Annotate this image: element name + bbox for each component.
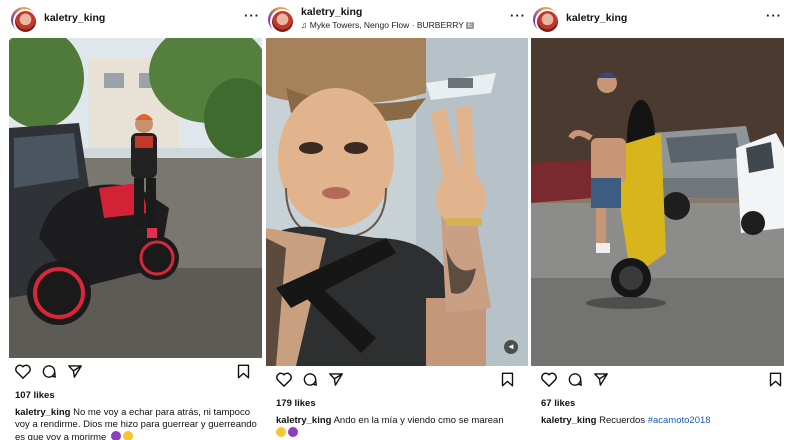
heart-icon[interactable] — [541, 372, 557, 387]
share-icon[interactable] — [67, 364, 83, 379]
more-icon[interactable]: ··· — [510, 8, 526, 23]
post-3: kaletry_king ··· 67 likes kaletry_king R… — [531, 0, 784, 427]
pensive-face-emoji — [276, 427, 286, 437]
likes-count[interactable]: 107 likes — [9, 390, 262, 401]
avatar[interactable] — [533, 7, 560, 34]
bookmark-icon[interactable] — [501, 372, 514, 387]
share-icon[interactable] — [593, 372, 609, 387]
likes-count[interactable]: 67 likes — [531, 398, 784, 409]
comment-icon[interactable] — [567, 372, 583, 387]
post-1: kaletry_king ··· 107 likes kaletry_king … — [9, 0, 262, 440]
caption-text: Ando en la mía y viendo cmo se marean — [333, 415, 504, 426]
song-title: Myke Towers, Nengo Flow · BURBERRY — [309, 20, 464, 30]
more-icon[interactable]: ··· — [244, 8, 260, 23]
post-header: kaletry_king ··· — [531, 0, 784, 38]
caption-username[interactable]: kaletry_king — [276, 415, 331, 426]
caption: kaletry_king No me voy a echar para atrá… — [9, 407, 262, 440]
mute-icon[interactable]: ◄ — [504, 340, 518, 354]
hashtag-link[interactable]: #acamoto2018 — [648, 415, 711, 426]
post-header: kaletry_king ♫ Myke Towers, Nengo Flow ·… — [266, 0, 528, 38]
post-2: kaletry_king ♫ Myke Towers, Nengo Flow ·… — [266, 0, 528, 440]
post-photo[interactable] — [9, 38, 262, 358]
username[interactable]: kaletry_king — [566, 12, 627, 24]
pensive-face-emoji — [122, 431, 133, 440]
bookmark-icon[interactable] — [237, 364, 250, 379]
comment-icon[interactable] — [302, 372, 318, 387]
post-photo[interactable] — [531, 38, 784, 366]
post-header: kaletry_king ··· — [9, 0, 262, 38]
post-actions — [9, 358, 262, 388]
avatar[interactable] — [11, 7, 38, 34]
caption-username[interactable]: kaletry_king — [541, 415, 596, 426]
song-link[interactable]: ♫ Myke Towers, Nengo Flow · BURBERRY E — [301, 20, 475, 30]
avatar[interactable] — [268, 7, 295, 34]
username[interactable]: kaletry_king — [44, 12, 105, 24]
caption-username[interactable]: kaletry_king — [15, 407, 70, 418]
comment-icon[interactable] — [41, 364, 57, 379]
post-photo[interactable]: ◄ — [266, 38, 528, 366]
caption-text: Recuerdos — [599, 415, 646, 426]
bookmark-icon[interactable] — [769, 372, 782, 387]
more-icon[interactable]: ··· — [766, 8, 782, 23]
heart-icon[interactable] — [15, 364, 31, 379]
music-icon: ♫ — [301, 20, 308, 30]
purple-devil-emoji — [288, 427, 298, 437]
caption: kaletry_king Ando en la mía y viendo cmo… — [266, 415, 528, 440]
post-actions — [531, 366, 784, 396]
post-actions — [266, 366, 528, 396]
username[interactable]: kaletry_king — [301, 6, 362, 18]
share-icon[interactable] — [328, 372, 344, 387]
likes-count[interactable]: 179 likes — [266, 398, 528, 409]
heart-icon[interactable] — [276, 372, 292, 387]
caption: kaletry_king Recuerdos #acamoto2018 — [531, 415, 784, 427]
explicit-badge: E — [465, 22, 475, 29]
purple-devil-emoji — [110, 431, 121, 440]
